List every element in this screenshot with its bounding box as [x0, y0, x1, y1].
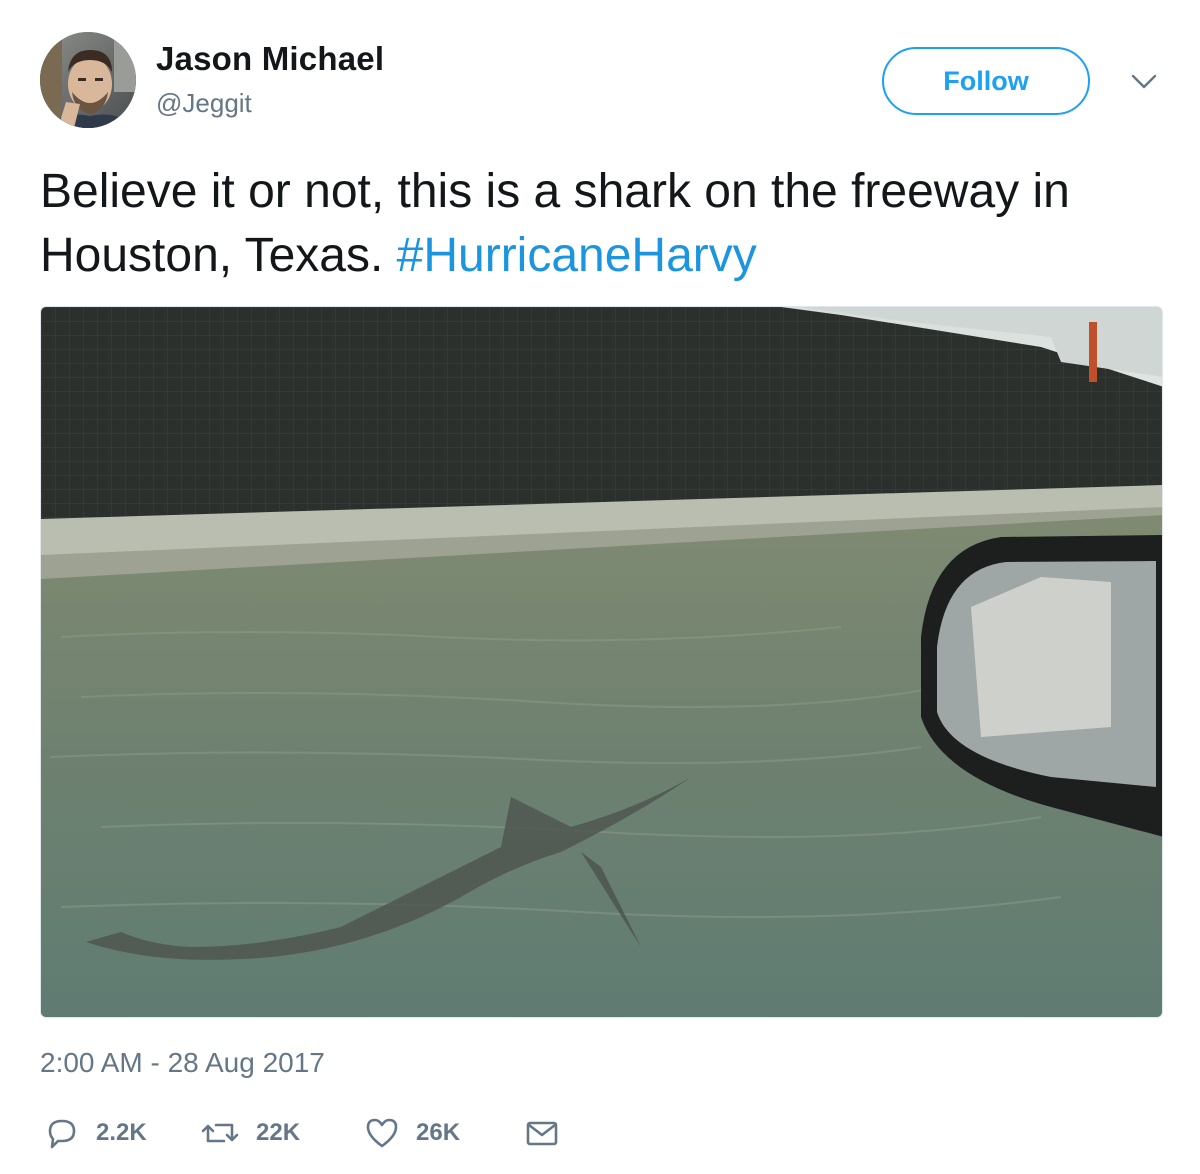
- tweet-photo[interactable]: [40, 306, 1163, 1018]
- user-handle[interactable]: @Jeggit: [156, 88, 252, 119]
- like-count: 26K: [416, 1119, 461, 1146]
- tweet-text: Believe it or not, this is a shark on th…: [40, 160, 1170, 288]
- user-display-name[interactable]: Jason Michael: [156, 40, 384, 78]
- heart-icon: [364, 1115, 400, 1151]
- tweet-card: Jason Michael @Jeggit Follow Believe it …: [0, 0, 1200, 1174]
- avatar-photo-icon: [40, 32, 136, 128]
- tweet-menu-button[interactable]: [1126, 68, 1162, 96]
- envelope-icon: [524, 1115, 560, 1151]
- follow-button[interactable]: Follow: [882, 47, 1090, 115]
- reply-button[interactable]: 2.2K: [44, 1113, 147, 1153]
- hashtag-link[interactable]: #HurricaneHarvy: [397, 229, 757, 282]
- reply-count: 2.2K: [96, 1119, 147, 1146]
- user-avatar[interactable]: [40, 32, 136, 128]
- tweet-timestamp[interactable]: 2:00 AM - 28 Aug 2017: [40, 1047, 325, 1079]
- retweet-count: 22K: [256, 1119, 301, 1146]
- direct-message-button[interactable]: [524, 1113, 560, 1153]
- reply-icon: [44, 1115, 80, 1151]
- shark-photo-icon: [41, 307, 1162, 1017]
- chevron-down-icon: [1130, 73, 1158, 91]
- like-button[interactable]: 26K: [364, 1113, 460, 1153]
- retweet-button[interactable]: 22K: [200, 1113, 300, 1153]
- retweet-icon: [200, 1115, 240, 1151]
